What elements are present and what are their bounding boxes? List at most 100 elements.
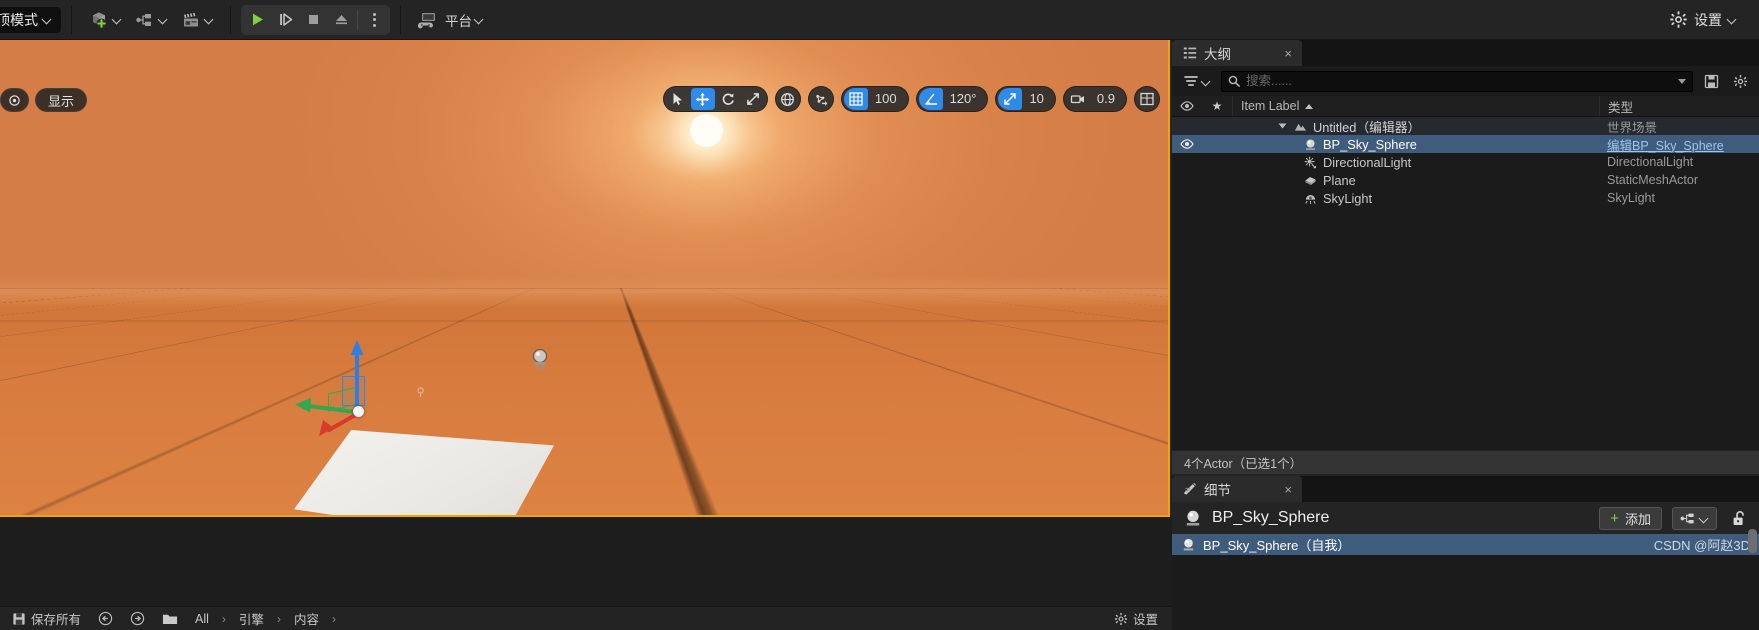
row-label-text: SkyLight bbox=[1323, 190, 1373, 206]
close-icon[interactable]: × bbox=[1270, 482, 1292, 497]
lock-details-button[interactable] bbox=[1727, 510, 1751, 527]
gizmo-x-axis bbox=[307, 404, 357, 414]
step-button[interactable] bbox=[271, 6, 299, 34]
play-icon bbox=[252, 13, 263, 26]
tab-details[interactable]: 细节 × bbox=[1172, 476, 1302, 502]
row-type-cell[interactable]: 编辑BP_Sky_Sphere bbox=[1599, 135, 1759, 154]
column-item-label-text: Item Label bbox=[1241, 99, 1300, 113]
expand-triangle-icon[interactable] bbox=[1278, 123, 1287, 129]
viewport-camera-button[interactable] bbox=[0, 88, 29, 112]
add-component-label: 添加 bbox=[1624, 511, 1651, 527]
cube-plus-icon bbox=[93, 11, 107, 28]
content-back-button[interactable] bbox=[94, 609, 117, 628]
chevron-down-icon[interactable] bbox=[1678, 78, 1686, 84]
content-folder-button[interactable] bbox=[158, 610, 182, 628]
eye-icon bbox=[1180, 139, 1194, 149]
chevron-down-icon bbox=[205, 15, 214, 24]
coordinate-system-button[interactable] bbox=[774, 86, 801, 112]
level-viewport[interactable]: 显示 100 120° 10 0.9 bbox=[0, 40, 1170, 517]
content-forward-button[interactable] bbox=[126, 609, 149, 628]
table-row[interactable]: SkyLight SkyLight bbox=[1172, 189, 1759, 207]
viewport-show-menu[interactable]: 显示 bbox=[35, 88, 88, 112]
gizmo-origin-handle[interactable] bbox=[353, 406, 364, 417]
directional-light-actor-icon[interactable] bbox=[528, 346, 552, 372]
status-settings-button[interactable]: 设置 bbox=[1110, 607, 1162, 630]
sphere-actor-icon bbox=[1306, 138, 1315, 150]
outliner-save-button[interactable] bbox=[1700, 70, 1722, 92]
breadcrumb-content[interactable]: 内容 bbox=[290, 607, 323, 630]
transform-gizmo[interactable] bbox=[285, 328, 385, 438]
column-item-label-header[interactable]: Item Label bbox=[1232, 96, 1599, 116]
open-blueprint-button[interactable] bbox=[1672, 506, 1717, 530]
scale-snap-control[interactable]: 10 bbox=[995, 86, 1056, 112]
close-icon[interactable]: × bbox=[1270, 46, 1292, 61]
row-visibility-toggle[interactable] bbox=[1172, 139, 1202, 149]
add-component-button[interactable]: + 添加 bbox=[1599, 506, 1662, 530]
blueprints-button[interactable] bbox=[128, 5, 174, 35]
editor-mode-selector[interactable]: 顶模式 bbox=[0, 6, 61, 33]
viewport-lower-gap bbox=[0, 517, 1172, 606]
chevron-down-icon bbox=[43, 15, 52, 24]
sky-light-actor-icon[interactable] bbox=[416, 387, 425, 398]
breadcrumb-content-label: 内容 bbox=[293, 613, 319, 627]
gizmo-z-arrow bbox=[350, 340, 364, 355]
column-visibility-header[interactable] bbox=[1172, 101, 1202, 111]
save-icon bbox=[13, 612, 25, 625]
breadcrumb-engine[interactable]: 引擎 bbox=[235, 607, 268, 630]
angle-icon bbox=[918, 88, 943, 110]
move-arrows-icon bbox=[696, 92, 710, 106]
rotation-snap-control[interactable]: 120° bbox=[915, 86, 989, 112]
select-tool-button[interactable] bbox=[666, 88, 690, 110]
platforms-button[interactable]: 平台 bbox=[411, 5, 490, 35]
grid-snap-control[interactable]: 100 bbox=[840, 86, 909, 112]
rotate-tool-button[interactable] bbox=[716, 88, 740, 110]
sphere-actor-icon bbox=[1186, 510, 1200, 526]
translate-tool-button[interactable] bbox=[690, 88, 715, 110]
details-scrollbar[interactable] bbox=[1748, 529, 1757, 553]
folder-icon bbox=[162, 614, 178, 624]
column-type-header[interactable]: 类型 bbox=[1599, 96, 1759, 116]
camera-speed-control[interactable]: 0.9 bbox=[1062, 86, 1127, 112]
chevron-down-icon bbox=[113, 15, 122, 24]
play-options-button[interactable] bbox=[360, 6, 388, 34]
camera-speed-icon bbox=[1066, 88, 1090, 110]
gear-icon bbox=[1114, 612, 1128, 625]
column-type-text: 类型 bbox=[1608, 100, 1634, 115]
outliner-settings-button[interactable] bbox=[1729, 70, 1751, 92]
horizon-haze bbox=[0, 276, 1168, 310]
toolbar-divider bbox=[230, 5, 231, 34]
maximize-viewport-button[interactable] bbox=[1134, 86, 1160, 112]
forward-arrow-icon bbox=[130, 611, 145, 626]
outliner-tab-title: 大纲 bbox=[1204, 47, 1231, 62]
cinematics-button[interactable] bbox=[174, 5, 220, 35]
table-row[interactable]: Plane StaticMeshActor bbox=[1172, 171, 1759, 189]
table-row[interactable]: DirectionalLight DirectionalLight bbox=[1172, 153, 1759, 171]
outliner-filter-button[interactable] bbox=[1180, 72, 1214, 90]
outliner-search-box[interactable] bbox=[1221, 70, 1693, 92]
add-content-button[interactable] bbox=[82, 5, 128, 35]
column-pin-header[interactable]: ★ bbox=[1202, 99, 1232, 113]
tab-outliner[interactable]: 大纲 × bbox=[1172, 40, 1302, 66]
details-tab-row: 细节 × bbox=[1172, 476, 1759, 502]
surface-snap-button[interactable] bbox=[807, 86, 834, 112]
outliner-icon bbox=[1183, 47, 1197, 59]
play-group-divider bbox=[357, 9, 358, 30]
details-component-row[interactable]: BP_Sky_Sphere（自我） CSDN @阿赵3D bbox=[1172, 534, 1759, 555]
outliner-panel: 大纲 × 搜索...... ★ Item Label 类型 Untitled（编… bbox=[1172, 40, 1759, 474]
play-button[interactable] bbox=[243, 6, 271, 34]
breadcrumb-all[interactable]: All bbox=[191, 610, 213, 628]
stop-icon bbox=[308, 15, 318, 24]
gamepad-monitor-icon bbox=[417, 12, 435, 28]
scale-tool-button[interactable] bbox=[741, 88, 765, 110]
stop-button[interactable] bbox=[299, 6, 327, 34]
table-row[interactable]: BP_Sky_Sphere 编辑BP_Sky_Sphere bbox=[1172, 135, 1759, 153]
breadcrumb-separator: › bbox=[331, 611, 336, 626]
save-all-button[interactable]: 保存所有 bbox=[8, 607, 85, 630]
settings-button[interactable]: 设置 bbox=[1661, 6, 1745, 34]
search-input[interactable] bbox=[1246, 74, 1672, 88]
details-pencil-icon bbox=[1184, 482, 1197, 495]
table-row[interactable]: Untitled（编辑器） 世界场景 bbox=[1172, 117, 1759, 135]
main-toolbar: 顶模式 平台 设置 bbox=[0, 0, 1759, 40]
platforms-label: 平台 bbox=[445, 13, 472, 29]
eject-button[interactable] bbox=[327, 6, 355, 34]
